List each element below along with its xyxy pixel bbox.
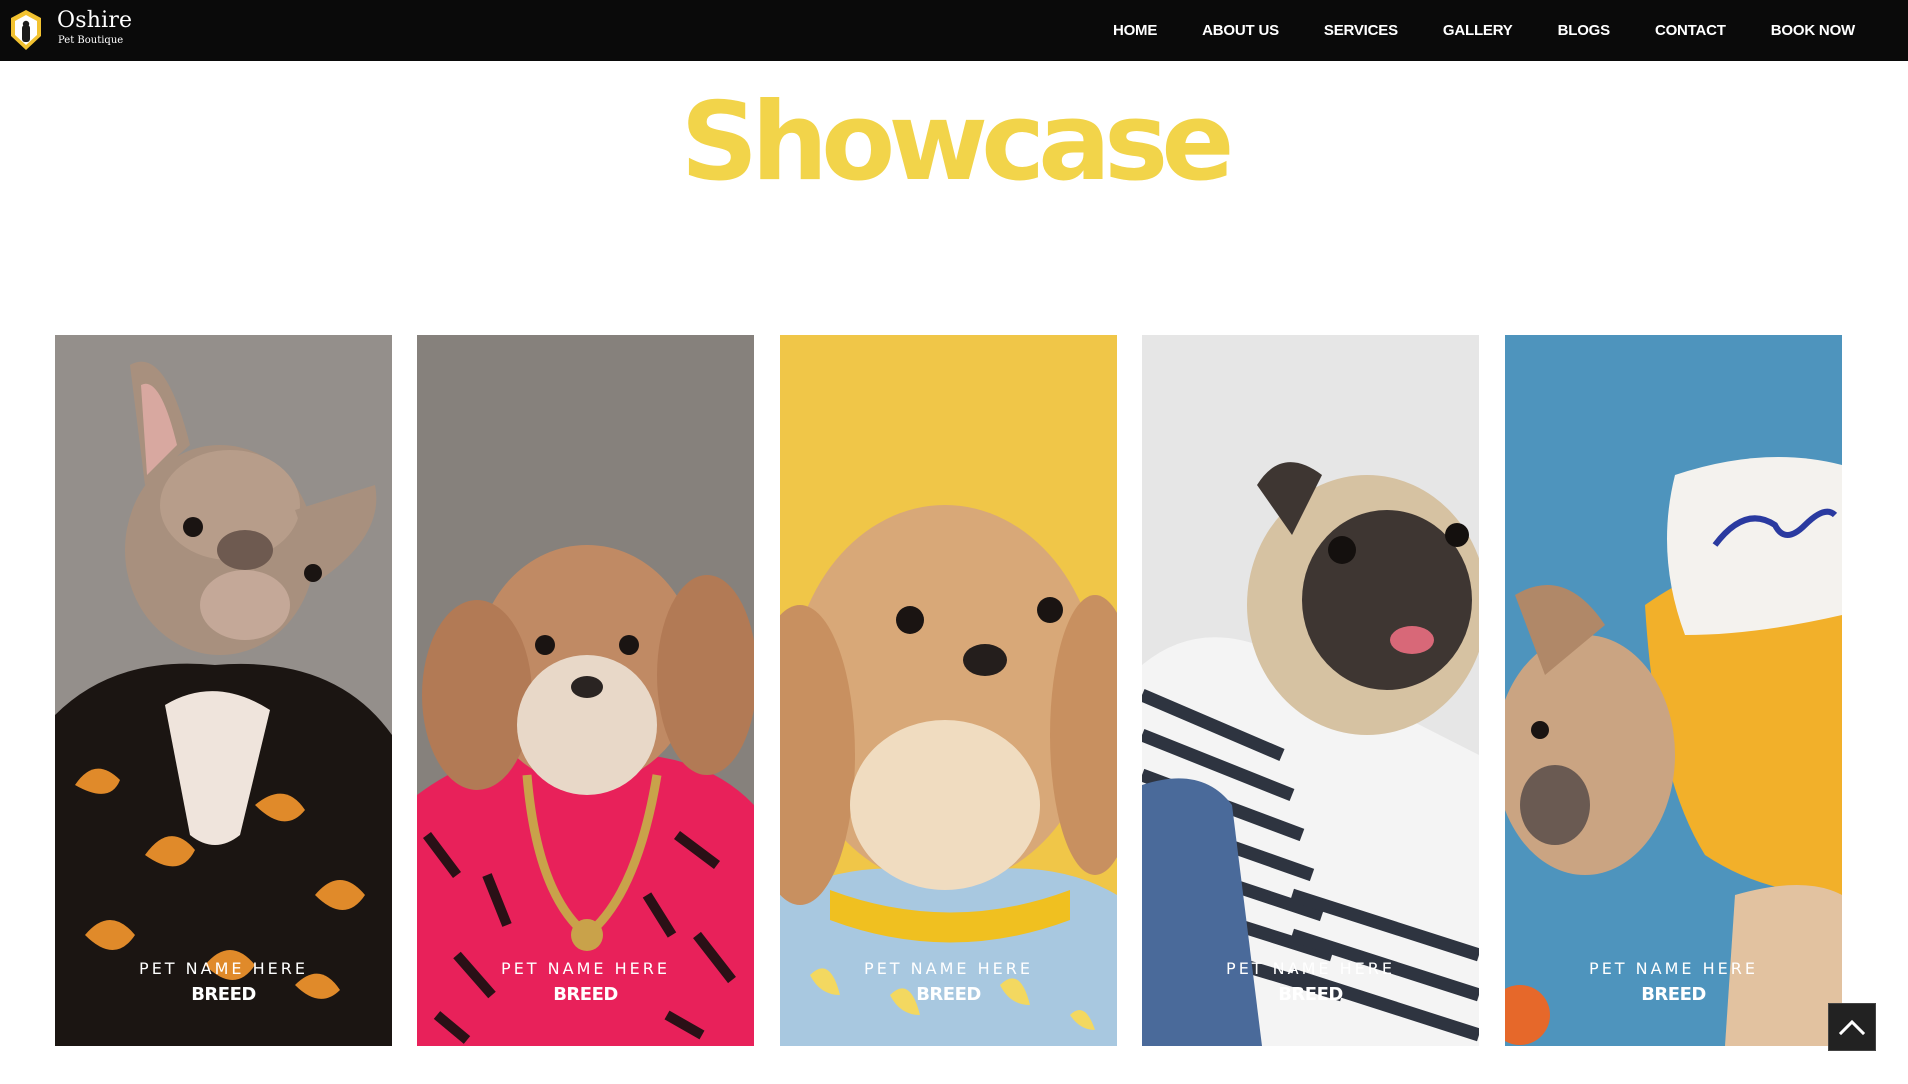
pet-breed: BREED	[191, 984, 256, 1005]
scroll-to-top-button[interactable]	[1828, 1003, 1876, 1051]
nav-gallery[interactable]: GALLERY	[1443, 22, 1513, 39]
nav-book-now[interactable]: BOOK NOW	[1771, 22, 1855, 39]
showcase-card[interactable]: PET NAME HERE BREED	[780, 335, 1117, 1046]
nav-contact[interactable]: CONTACT	[1655, 22, 1726, 39]
pet-photo	[417, 335, 754, 1046]
page-title: Showcase	[680, 80, 1234, 205]
paw-shield-icon	[11, 10, 41, 50]
top-navbar: Oshire Pet Boutique HOME ABOUT US SERVIC…	[0, 0, 1908, 61]
pet-name: PET NAME HERE	[1589, 959, 1758, 978]
pet-breed: BREED	[553, 984, 618, 1005]
pet-name: PET NAME HERE	[864, 959, 1033, 978]
pet-breed: BREED	[1641, 984, 1706, 1005]
nav-blogs[interactable]: BLOGS	[1558, 22, 1611, 39]
pet-breed: BREED	[916, 984, 981, 1005]
nav-home[interactable]: HOME	[1113, 22, 1157, 39]
pet-breed: BREED	[1278, 984, 1343, 1005]
brand-tagline: Pet Boutique	[58, 35, 124, 46]
brand-logo[interactable]	[8, 8, 44, 52]
showcase-card[interactable]: PET NAME HERE BREED	[1142, 335, 1479, 1046]
nav-services[interactable]: SERVICES	[1324, 22, 1398, 39]
nav-about-us[interactable]: ABOUT US	[1202, 22, 1279, 39]
chevron-up-icon	[1839, 1019, 1865, 1036]
pet-photo	[55, 335, 392, 1046]
pet-photo	[1142, 335, 1479, 1046]
pet-name: PET NAME HERE	[139, 959, 308, 978]
brand-name[interactable]: Oshire	[57, 8, 132, 33]
showcase-card[interactable]: PET NAME HERE BREED	[1505, 335, 1842, 1046]
pet-photo	[780, 335, 1117, 1046]
pet-photo	[1505, 335, 1842, 1046]
pet-name: PET NAME HERE	[1226, 959, 1395, 978]
showcase-card[interactable]: PET NAME HERE BREED	[417, 335, 754, 1046]
main-menu: HOME ABOUT US SERVICES GALLERY BLOGS CON…	[1113, 0, 1855, 61]
showcase-card[interactable]: PET NAME HERE BREED	[55, 335, 392, 1046]
pet-name: PET NAME HERE	[501, 959, 670, 978]
